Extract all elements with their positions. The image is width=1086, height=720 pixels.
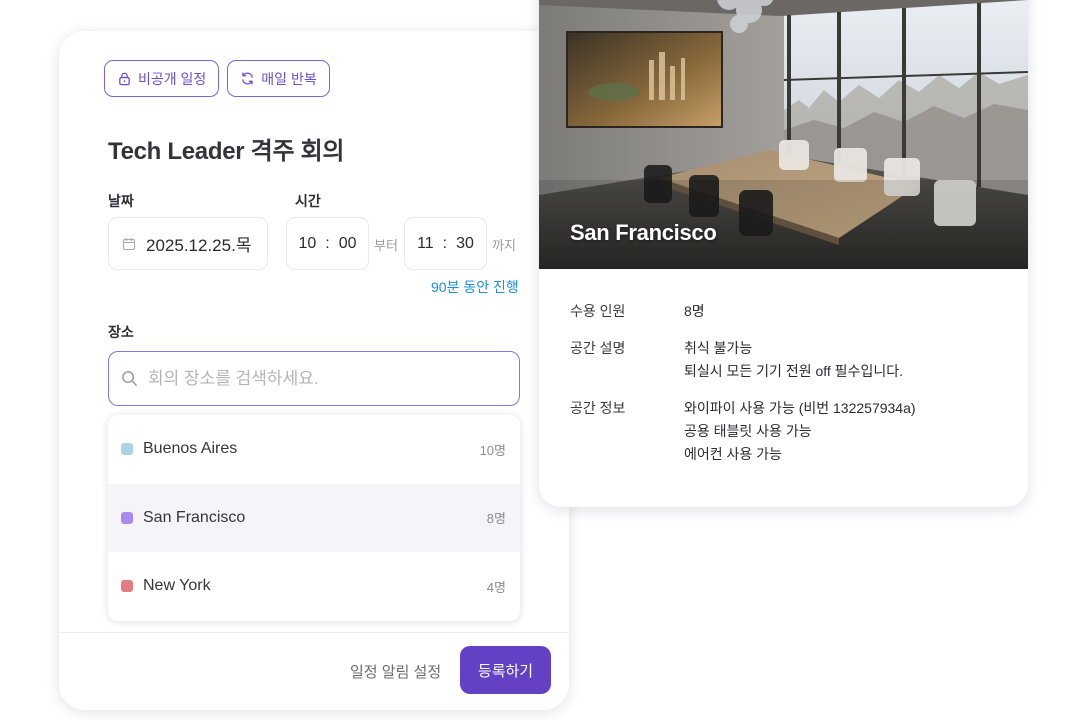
end-time-separator: : — [442, 234, 448, 252]
location-color-dot — [121, 580, 133, 593]
description-label: 공간 설명 — [570, 340, 626, 356]
daily-repeat-label: 매일 반복 — [261, 70, 317, 87]
private-schedule-chip[interactable]: 비공개 일정 — [104, 60, 220, 97]
register-button[interactable]: 등록하기 — [460, 646, 551, 694]
repeat-icon — [240, 71, 255, 86]
room-info: 수용 인원 8명 공간 설명 취식 불가능 퇴실시 모든 기기 전원 off 필… — [570, 300, 1000, 480]
facility-label: 공간 정보 — [570, 400, 626, 416]
room-photo: San Francisco — [539, 0, 1028, 269]
description-value: 취식 불가능 퇴실시 모든 기기 전원 off 필수입니다. — [684, 337, 903, 383]
daily-repeat-chip[interactable]: 매일 반복 — [227, 60, 330, 97]
facility-line: 공용 태블릿 사용 가능 — [684, 423, 812, 439]
location-option[interactable]: Buenos Aires 10명 — [108, 415, 520, 484]
time-label: 시간 — [295, 193, 321, 209]
place-search-input[interactable] — [148, 368, 488, 389]
stage: 비공개 일정 매일 반복 Tech Leader 격주 회의 날짜 시간 202… — [0, 0, 1086, 720]
capacity-value: 8명 — [684, 303, 705, 319]
meeting-title: Tech Leader 격주 회의 — [108, 138, 345, 165]
date-picker[interactable]: 2025.12.25.목 — [108, 217, 268, 270]
location-capacity: 8명 — [486, 511, 506, 527]
start-time-separator: : — [325, 234, 330, 252]
capacity-row: 수용 인원 8명 — [570, 300, 1000, 323]
facility-row: 공간 정보 와이파이 사용 가능 (비번 132257934a) 공용 태블릿 … — [570, 397, 1000, 466]
facility-line: 에어컨 사용 가능 — [684, 446, 782, 462]
search-icon — [121, 370, 138, 387]
location-option-selected[interactable]: San Francisco 8명 — [108, 483, 520, 553]
location-option[interactable]: New York 4명 — [108, 552, 520, 621]
location-capacity: 4명 — [486, 579, 506, 595]
description-row: 공간 설명 취식 불가능 퇴실시 모든 기기 전원 off 필수입니다. — [570, 337, 1000, 383]
room-detail-card: San Francisco 수용 인원 8명 공간 설명 취식 불가능 퇴실시 … — [539, 0, 1028, 507]
from-suffix: 부터 — [374, 238, 398, 253]
room-name: San Francisco — [570, 220, 717, 245]
description-line: 취식 불가능 — [684, 340, 753, 356]
notification-settings-link[interactable]: 일정 알림 설정 — [350, 661, 441, 682]
form-footer: 일정 알림 설정 등록하기 — [59, 632, 569, 710]
start-time-picker[interactable]: 10 : 00 — [286, 217, 369, 270]
option-chips: 비공개 일정 매일 반복 — [104, 60, 330, 97]
location-color-dot — [121, 443, 133, 456]
calendar-icon — [122, 237, 136, 251]
location-dropdown: Buenos Aires 10명 San Francisco 8명 New Yo… — [108, 415, 520, 621]
date-label: 날짜 — [108, 193, 134, 209]
to-suffix: 까지 — [492, 238, 516, 253]
location-capacity: 10명 — [479, 442, 506, 458]
place-label: 장소 — [108, 324, 134, 340]
start-hour: 10 — [298, 234, 317, 252]
location-name: San Francisco — [143, 508, 246, 526]
end-hour: 11 — [417, 234, 434, 252]
location-name: New York — [143, 577, 211, 595]
start-minute: 00 — [338, 234, 357, 252]
end-minute: 30 — [456, 234, 474, 252]
duration-note: 90분 동안 진행 — [431, 279, 519, 295]
date-value: 2025.12.25.목 — [146, 236, 252, 255]
schedule-form-card: 비공개 일정 매일 반복 Tech Leader 격주 회의 날짜 시간 202… — [59, 31, 569, 710]
description-line: 퇴실시 모든 기기 전원 off 필수입니다. — [684, 363, 903, 379]
end-time-picker[interactable]: 11 : 30 — [404, 217, 487, 270]
location-name: Buenos Aires — [143, 440, 238, 458]
place-search[interactable] — [108, 351, 520, 406]
location-color-dot — [121, 511, 133, 524]
lock-icon — [117, 71, 132, 86]
capacity-label: 수용 인원 — [570, 303, 626, 319]
facility-line: 와이파이 사용 가능 (비번 132257934a) — [684, 400, 916, 416]
facility-value: 와이파이 사용 가능 (비번 132257934a) 공용 태블릿 사용 가능 … — [684, 397, 916, 466]
private-schedule-label: 비공개 일정 — [138, 70, 207, 87]
